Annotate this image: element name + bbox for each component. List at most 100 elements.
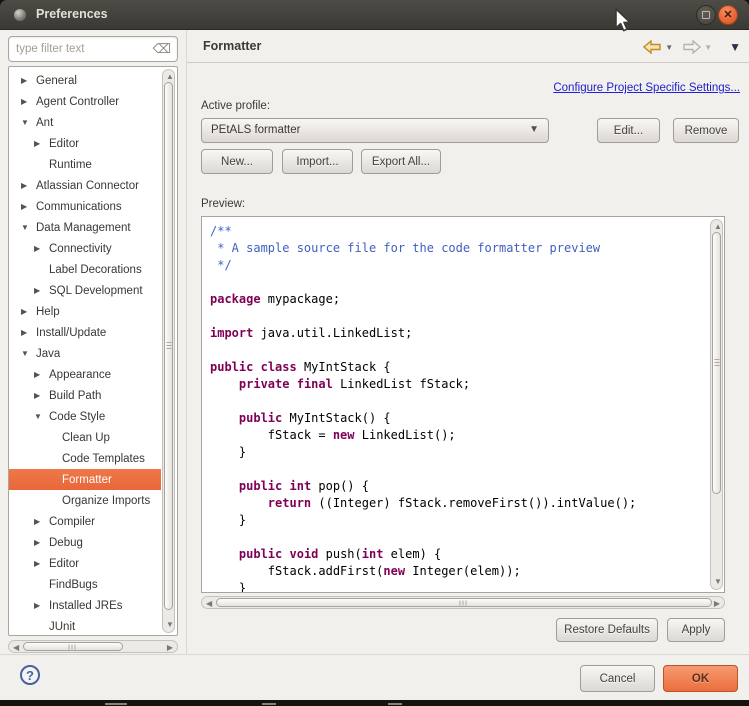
tree-item-label: Editor — [49, 558, 79, 570]
code-line: * A sample source file for the code form… — [210, 240, 636, 257]
page-title: Formatter — [203, 39, 261, 53]
expander-expanded-icon[interactable]: ▼ — [21, 349, 36, 358]
expander-collapsed-icon[interactable]: ▶ — [34, 391, 49, 400]
tree-vertical-scrollbar[interactable]: ▲ ▼ — [162, 69, 175, 633]
tree-item-code-templates[interactable]: Code Templates — [9, 448, 161, 469]
export-all-button[interactable]: Export All... — [361, 149, 441, 174]
tree-item-editor[interactable]: ▶Editor — [9, 133, 161, 154]
code-line — [210, 342, 636, 359]
tree-item-installed-jres[interactable]: ▶Installed JREs — [9, 595, 161, 616]
tree-item-label: Connectivity — [49, 243, 112, 255]
expander-collapsed-icon[interactable]: ▶ — [21, 307, 36, 316]
maximize-button[interactable] — [696, 5, 716, 25]
expander-collapsed-icon[interactable]: ▶ — [21, 76, 36, 85]
filter-input[interactable] — [16, 41, 151, 57]
tree-item-junit[interactable]: JUnit — [9, 616, 161, 636]
tree-item-ant[interactable]: ▼Ant — [9, 112, 161, 133]
tree-item-clean-up[interactable]: Clean Up — [9, 427, 161, 448]
tree-horizontal-scrollbar[interactable]: ◀ ▶ — [8, 640, 178, 653]
expander-collapsed-icon[interactable]: ▶ — [34, 517, 49, 526]
configure-project-link[interactable]: Configure Project Specific Settings... — [553, 82, 740, 94]
code-line: package mypackage; — [210, 291, 636, 308]
scroll-right-icon[interactable]: ▶ — [167, 644, 173, 652]
expander-collapsed-icon[interactable]: ▶ — [34, 370, 49, 379]
active-profile-value: PEtALS formatter — [211, 124, 300, 136]
code-line: fStack = new LinkedList(); — [210, 427, 636, 444]
tree-item-label: Install/Update — [36, 327, 106, 339]
tree-item-connectivity[interactable]: ▶Connectivity — [9, 238, 161, 259]
code-line: } — [210, 444, 636, 461]
cancel-button[interactable]: Cancel — [580, 665, 655, 692]
tree-item-build-path[interactable]: ▶Build Path — [9, 385, 161, 406]
expander-expanded-icon[interactable]: ▼ — [21, 118, 36, 127]
import-button[interactable]: Import... — [282, 149, 353, 174]
back-arrow-icon[interactable] — [643, 40, 662, 54]
view-menu-icon[interactable]: ▼ — [729, 40, 741, 54]
expander-collapsed-icon[interactable]: ▶ — [34, 139, 49, 148]
expander-expanded-icon[interactable]: ▼ — [21, 223, 36, 232]
tree-item-general[interactable]: ▶General — [9, 70, 161, 91]
tree-item-debug[interactable]: ▶Debug — [9, 532, 161, 553]
expander-collapsed-icon[interactable]: ▶ — [34, 601, 49, 610]
code-line: import java.util.LinkedList; — [210, 325, 636, 342]
scroll-down-icon[interactable]: ▼ — [166, 621, 174, 629]
expander-collapsed-icon[interactable]: ▶ — [21, 181, 36, 190]
tree-item-code-style[interactable]: ▼Code Style — [9, 406, 161, 427]
expander-collapsed-icon[interactable]: ▶ — [34, 559, 49, 568]
scroll-left-icon[interactable]: ◀ — [13, 644, 19, 652]
tree-item-editor[interactable]: ▶Editor — [9, 553, 161, 574]
scroll-down-icon[interactable]: ▼ — [714, 578, 722, 586]
scroll-left-icon[interactable]: ◀ — [206, 600, 212, 608]
scroll-up-icon[interactable]: ▲ — [166, 73, 174, 81]
apply-button[interactable]: Apply — [667, 618, 725, 642]
tree-item-agent-controller[interactable]: ▶Agent Controller — [9, 91, 161, 112]
code-line: public int pop() { — [210, 478, 636, 495]
code-line — [210, 529, 636, 546]
tree-scrollbar-thumb[interactable] — [164, 82, 173, 610]
close-button[interactable]: ✕ — [718, 5, 738, 25]
restore-defaults-button[interactable]: Restore Defaults — [556, 618, 658, 642]
expander-collapsed-icon[interactable]: ▶ — [34, 244, 49, 253]
tree-item-formatter[interactable]: Formatter — [9, 469, 161, 490]
expander-collapsed-icon[interactable]: ▶ — [34, 286, 49, 295]
tree-hscrollbar-thumb[interactable] — [23, 642, 123, 651]
preview-horizontal-scrollbar[interactable]: ◀ ▶ — [201, 596, 725, 609]
tree-item-organize-imports[interactable]: Organize Imports — [9, 490, 161, 511]
tree-item-findbugs[interactable]: FindBugs — [9, 574, 161, 595]
ok-button[interactable]: OK — [663, 665, 738, 692]
tree-item-appearance[interactable]: ▶Appearance — [9, 364, 161, 385]
edit-button[interactable]: Edit... — [597, 118, 660, 143]
tree-item-help[interactable]: ▶Help — [9, 301, 161, 322]
expander-collapsed-icon[interactable]: ▶ — [21, 97, 36, 106]
remove-button[interactable]: Remove — [673, 118, 739, 143]
forward-arrow-icon — [682, 40, 701, 54]
tree-item-runtime[interactable]: Runtime — [9, 154, 161, 175]
new-button[interactable]: New... — [201, 149, 273, 174]
clear-filter-icon[interactable]: ⌫ — [153, 41, 171, 57]
preview-hscrollbar-thumb[interactable] — [216, 598, 712, 607]
scroll-up-icon[interactable]: ▲ — [714, 223, 722, 231]
tree-item-label: Clean Up — [62, 432, 110, 444]
titlebar[interactable]: Preferences ✕ — [0, 0, 749, 30]
expander-collapsed-icon[interactable]: ▶ — [21, 328, 36, 337]
preview-scrollbar-thumb[interactable] — [712, 232, 721, 494]
expander-collapsed-icon[interactable]: ▶ — [34, 538, 49, 547]
expander-expanded-icon[interactable]: ▼ — [34, 412, 49, 421]
tree-item-atlassian-connector[interactable]: ▶Atlassian Connector — [9, 175, 161, 196]
tree-item-label: Compiler — [49, 516, 95, 528]
code-line — [210, 308, 636, 325]
scroll-right-icon[interactable]: ▶ — [714, 600, 720, 608]
preview-vertical-scrollbar[interactable]: ▲ ▼ — [710, 219, 723, 590]
back-history-dropdown-icon[interactable]: ▼ — [665, 43, 673, 52]
tree-item-compiler[interactable]: ▶Compiler — [9, 511, 161, 532]
tree-item-label-decorations[interactable]: Label Decorations — [9, 259, 161, 280]
tree-item-data-management[interactable]: ▼Data Management — [9, 217, 161, 238]
help-button[interactable]: ? — [20, 665, 40, 685]
code-preview[interactable]: /** * A sample source file for the code … — [201, 216, 725, 593]
expander-collapsed-icon[interactable]: ▶ — [21, 202, 36, 211]
active-profile-select[interactable]: PEtALS formatter ▼ — [201, 118, 549, 143]
tree-item-sql-development[interactable]: ▶SQL Development — [9, 280, 161, 301]
tree-item-communications[interactable]: ▶Communications — [9, 196, 161, 217]
tree-item-java[interactable]: ▼Java — [9, 343, 161, 364]
tree-item-install-update[interactable]: ▶Install/Update — [9, 322, 161, 343]
